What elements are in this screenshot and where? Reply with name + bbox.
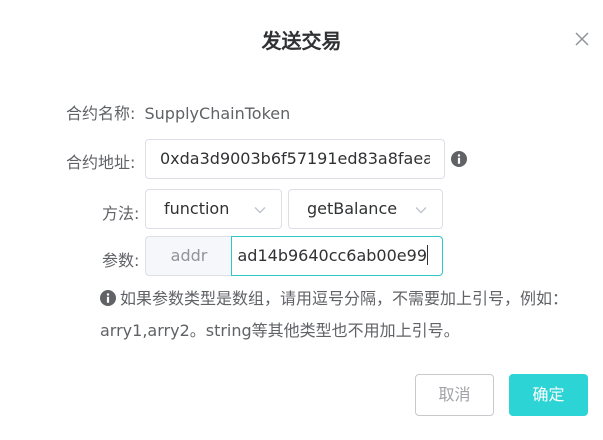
param-hint: 如果参数类型是数组，请用逗号分隔，不需要加上引号，例如：arry1,arry2。… <box>100 283 590 347</box>
confirm-button[interactable]: 确定 <box>509 374 588 416</box>
param-value-input[interactable]: ad14b9640cc6ab00e99 <box>231 236 443 276</box>
method-type-select[interactable]: function <box>145 189 282 229</box>
function-name-select[interactable]: getBalance <box>288 189 443 229</box>
dialog-title: 发送交易 <box>261 29 342 53</box>
close-icon[interactable] <box>573 30 591 48</box>
param-name-prefix: addr <box>145 236 232 276</box>
cancel-button[interactable]: 取消 <box>415 374 494 416</box>
info-circle-icon[interactable] <box>451 151 467 167</box>
param-value: ad14b9640cc6ab00e99 <box>237 246 428 265</box>
function-name-value: getBalance <box>307 199 398 218</box>
contract-name-value: SupplyChainToken <box>144 104 291 123</box>
send-transaction-dialog: 发送交易 合约名称: SupplyChainToken 合约地址: 0xda3d… <box>0 0 603 440</box>
info-circle-icon <box>100 290 116 306</box>
method-label: 方法: <box>102 204 140 223</box>
text-caret <box>427 245 428 265</box>
param-hint-text: 如果参数类型是数组，请用逗号分隔，不需要加上引号，例如：arry1,arry2。… <box>100 289 569 340</box>
chevron-down-icon <box>415 207 427 214</box>
contract-name-row: 合约名称: SupplyChainToken <box>66 100 290 124</box>
params-label: 参数: <box>102 251 140 270</box>
contract-name-label: 合约名称: <box>66 104 136 123</box>
contract-address-value: 0xda3d9003b6f57191ed83a8faea5 <box>160 149 430 168</box>
chevron-down-icon <box>254 207 266 214</box>
contract-address-input[interactable]: 0xda3d9003b6f57191ed83a8faea5 <box>145 139 445 179</box>
contract-address-label: 合约地址: <box>66 153 136 172</box>
method-type-value: function <box>164 199 230 218</box>
